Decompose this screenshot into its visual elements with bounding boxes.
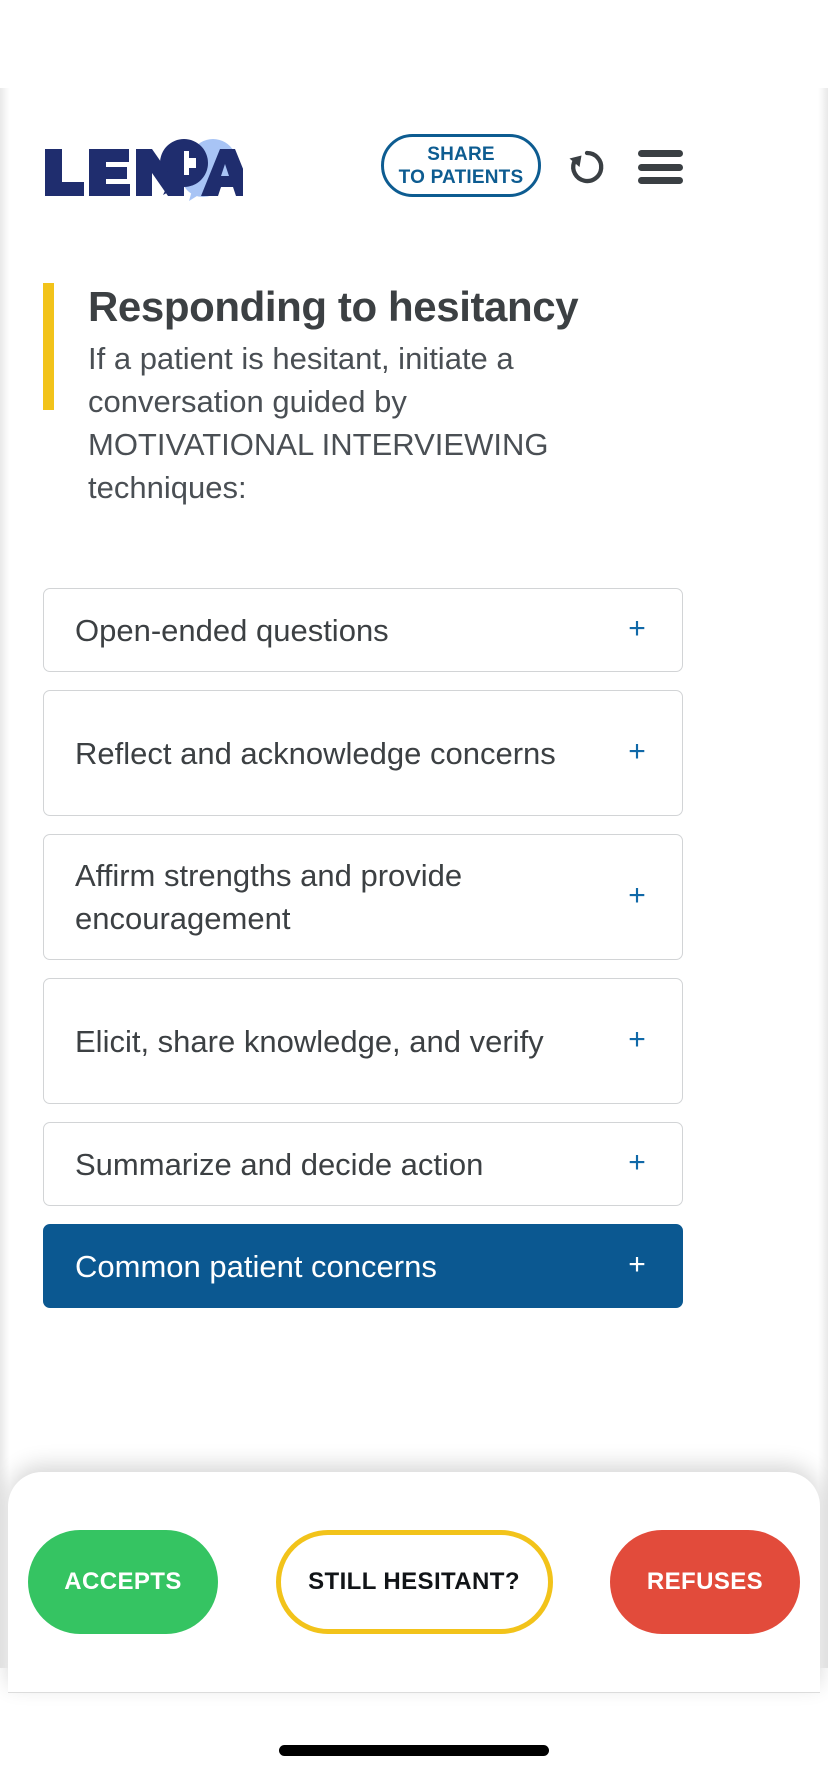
still-hesitant-button[interactable]: STILL HESITANT? (275, 1530, 553, 1634)
accordion-item-summarize-and-decide-action[interactable]: Summarize and decide action + (43, 1122, 683, 1206)
frame-shadow-left (0, 88, 10, 1668)
app-header: SHARE TO PATIENTS (0, 118, 828, 228)
share-to-patients-button[interactable]: SHARE TO PATIENTS (381, 134, 541, 197)
accordion-item-reflect-and-acknowledge-concerns[interactable]: Reflect and acknowledge concerns + (43, 690, 683, 816)
title-accent-bar (43, 283, 54, 410)
accordion-item-label: Affirm strengths and provide encourageme… (75, 858, 463, 936)
lena-logo[interactable] (43, 118, 243, 228)
refuses-button[interactable]: REFUSES (610, 1530, 800, 1634)
accordion-item-label: Reflect and acknowledge concerns (75, 735, 556, 771)
expand-plus-icon[interactable]: + (624, 1148, 650, 1178)
expand-plus-icon[interactable]: + (624, 881, 650, 911)
share-button-line2: TO PATIENTS (398, 166, 524, 188)
expand-plus-icon[interactable]: + (624, 737, 650, 767)
page-description: If a patient is hesitant, initiate a con… (88, 341, 549, 505)
page-title-block: Responding to hesitancy If a patient is … (43, 281, 743, 509)
app-root: SHARE TO PATIENTS Responding to hesitanc… (0, 0, 828, 1792)
expand-plus-icon[interactable]: + (624, 1250, 650, 1280)
accordion-item-label: Summarize and decide action (75, 1146, 484, 1182)
home-indicator (279, 1745, 549, 1756)
expand-plus-icon[interactable]: + (624, 614, 650, 644)
accepts-button[interactable]: ACCEPTS (28, 1530, 218, 1634)
share-button-line1: SHARE (427, 143, 495, 165)
still-hesitant-button-label: STILL HESITANT? (308, 1568, 520, 1595)
undo-rotate-left-icon (569, 150, 604, 184)
bottom-sheet-divider (8, 1691, 820, 1693)
expand-plus-icon[interactable]: + (624, 1025, 650, 1055)
accordion-item-label: Open-ended questions (75, 612, 389, 648)
accordion-item-label: Elicit, share knowledge, and verify (75, 1023, 544, 1059)
accordion-item-affirm-strengths-and-provide-encouragement[interactable]: Affirm strengths and provide encourageme… (43, 834, 683, 960)
bottom-action-bar: ACCEPTS STILL HESITANT? REFUSES (8, 1472, 820, 1692)
refuses-button-label: REFUSES (646, 1568, 764, 1595)
accordion-item-elicit-share-knowledge-and-verify[interactable]: Elicit, share knowledge, and verify + (43, 978, 683, 1104)
accepts-button-label: ACCEPTS (64, 1568, 182, 1595)
hamburger-menu-icon-bar-1 (638, 150, 683, 157)
page-title: Responding to hesitancy (88, 283, 579, 330)
accordion-item-common-patient-concerns[interactable]: Common patient concerns + (43, 1224, 683, 1308)
accordion-list: Open-ended questions + Reflect and ackno… (43, 588, 683, 1326)
hamburger-menu-icon-bar-3 (638, 177, 683, 184)
undo-button[interactable] (565, 145, 609, 189)
frame-shadow-right (818, 88, 828, 1668)
accordion-item-open-ended-questions[interactable]: Open-ended questions + (43, 588, 683, 672)
hamburger-menu-icon-bar-2 (638, 163, 683, 171)
accordion-item-label: Common patient concerns (75, 1248, 437, 1284)
hamburger-menu-button[interactable] (638, 146, 684, 188)
lena-logo-icon (45, 139, 243, 201)
